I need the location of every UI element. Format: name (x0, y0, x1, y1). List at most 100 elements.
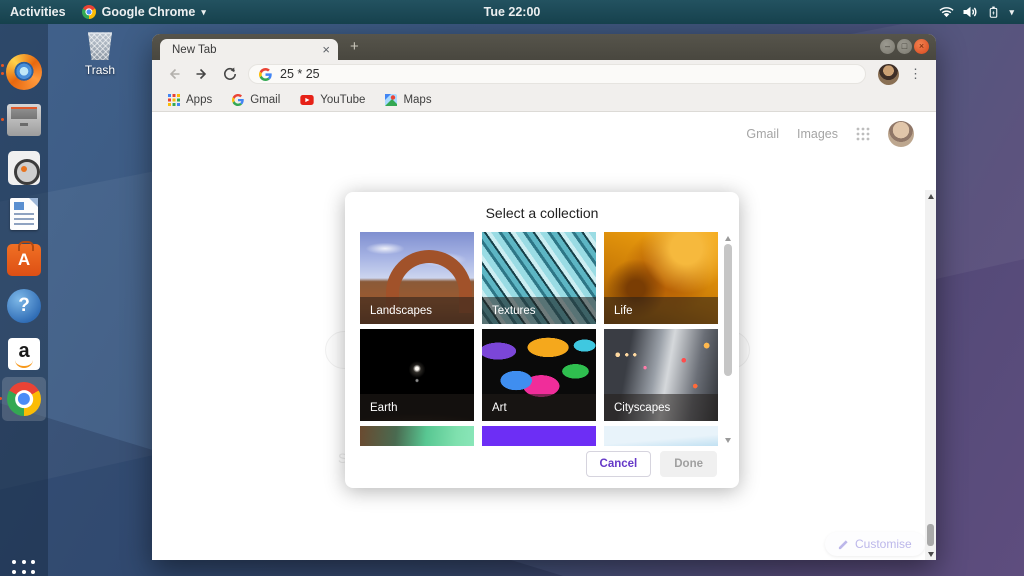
bookmark-maps[interactable]: Maps (385, 94, 431, 106)
dock-item-software[interactable]: A (6, 242, 42, 278)
ubuntu-dock: A ? a (0, 24, 48, 576)
dialog-scrollbar[interactable] (722, 232, 733, 446)
trash-shortcut[interactable]: Trash (76, 30, 124, 77)
reload-icon (223, 67, 237, 81)
bookmark-gmail[interactable]: Gmail (232, 94, 280, 106)
select-collection-dialog: Select a collection Landscapes Textures … (345, 192, 739, 488)
libreoffice-writer-icon (10, 198, 38, 230)
tile-label: Landscapes (360, 297, 474, 324)
tab-title: New Tab (172, 44, 217, 56)
back-button[interactable] (167, 67, 181, 81)
dock-item-firefox[interactable] (6, 54, 42, 90)
collection-tile[interactable] (482, 426, 596, 446)
dock-item-amazon[interactable]: a (6, 336, 42, 372)
scrollbar-thumb[interactable] (724, 244, 732, 376)
page-scrollbar[interactable] (925, 190, 936, 560)
images-link[interactable]: Images (797, 127, 838, 141)
collection-grid: Landscapes Textures Life Earth Art Citys… (360, 232, 718, 446)
collection-tile-life[interactable]: Life (604, 232, 718, 324)
bookmark-apps[interactable]: Apps (168, 94, 212, 106)
minimize-button[interactable]: – (880, 39, 895, 54)
show-applications-icon[interactable] (12, 560, 36, 576)
maps-icon (385, 94, 397, 106)
running-indicator (1, 64, 4, 67)
chevron-down-icon: ▾ (201, 8, 206, 17)
tile-label: Life (604, 297, 718, 324)
bookmark-label: Maps (403, 94, 431, 106)
running-indicator (1, 72, 4, 75)
back-icon (167, 67, 181, 81)
address-text: 25 * 25 (280, 67, 320, 81)
app-menu-label: Google Chrome (102, 5, 196, 19)
profile-avatar[interactable] (878, 64, 899, 85)
customise-label: Customise (855, 537, 912, 551)
youtube-icon (300, 95, 314, 105)
done-button[interactable]: Done (660, 451, 717, 477)
kebab-menu-icon[interactable]: ⋮ (903, 66, 928, 82)
chrome-icon (82, 5, 96, 19)
activities-button[interactable]: Activities (10, 5, 66, 19)
tile-label: Earth (360, 394, 474, 421)
music-player-icon (8, 151, 40, 185)
wifi-icon (939, 6, 954, 18)
dock-item-chrome[interactable] (2, 377, 46, 421)
google-g-icon (259, 68, 272, 81)
browser-toolbar: 25 * 25 ⋮ (152, 60, 936, 88)
bookmark-label: Apps (186, 94, 212, 106)
running-indicator (0, 397, 2, 400)
close-icon[interactable]: × (322, 43, 330, 56)
cancel-button[interactable]: Cancel (586, 451, 652, 477)
bookmark-label: Gmail (250, 94, 280, 106)
dock-item-files[interactable] (6, 102, 42, 138)
collection-tile-landscapes[interactable]: Landscapes (360, 232, 474, 324)
dock-item-help[interactable]: ? (6, 288, 42, 324)
pencil-icon (838, 539, 849, 550)
scroll-up-icon[interactable] (725, 236, 731, 241)
firefox-icon (6, 54, 42, 90)
collection-tile-textures[interactable]: Textures (482, 232, 596, 324)
reload-button[interactable] (223, 67, 237, 81)
collection-tile-cityscapes[interactable]: Cityscapes (604, 329, 718, 421)
files-icon (7, 104, 41, 136)
google-g-icon (232, 94, 244, 106)
new-tab-button[interactable]: + (350, 38, 359, 55)
tab-new-tab[interactable]: New Tab × (160, 39, 338, 60)
collection-tile-art[interactable]: Art (482, 329, 596, 421)
scroll-down-icon[interactable] (725, 438, 731, 443)
dialog-title: Select a collection (345, 205, 739, 221)
dock-item-music[interactable] (6, 150, 42, 186)
desktop: Activities Google Chrome ▾ Tue 22:00 ▾ (0, 0, 1024, 576)
apps-grid-icon (168, 94, 180, 106)
tile-label: Textures (482, 297, 596, 324)
scroll-up-icon[interactable] (928, 194, 934, 199)
ubuntu-top-bar: Activities Google Chrome ▾ Tue 22:00 ▾ (0, 0, 1024, 24)
collection-tile-earth[interactable]: Earth (360, 329, 474, 421)
maximize-button[interactable]: □ (897, 39, 912, 54)
collection-tile[interactable] (360, 426, 474, 446)
trash-label: Trash (76, 63, 124, 77)
volume-icon (963, 6, 978, 18)
forward-button[interactable] (195, 67, 209, 81)
profile-avatar[interactable] (888, 121, 914, 147)
chrome-icon (7, 382, 41, 416)
scrollbar-thumb[interactable] (927, 524, 934, 546)
trash-icon (85, 30, 115, 60)
address-bar[interactable]: 25 * 25 (248, 64, 866, 84)
battery-icon (987, 5, 1000, 19)
scroll-down-icon[interactable] (928, 552, 934, 557)
dock-item-writer[interactable] (6, 196, 42, 232)
google-apps-icon[interactable] (856, 127, 870, 141)
bookmark-youtube[interactable]: YouTube (300, 94, 365, 106)
help-icon: ? (7, 289, 41, 323)
ubuntu-software-icon: A (7, 244, 41, 276)
app-menu[interactable]: Google Chrome ▾ (82, 5, 206, 19)
gmail-link[interactable]: Gmail (746, 127, 779, 141)
forward-icon (195, 67, 209, 81)
close-button[interactable]: × (914, 39, 929, 54)
running-indicator (1, 118, 4, 121)
bookmark-label: YouTube (320, 94, 365, 106)
amazon-icon: a (8, 338, 40, 370)
collection-tile[interactable] (604, 426, 718, 446)
customise-button[interactable]: Customise (825, 532, 925, 556)
system-status-area[interactable]: ▾ (939, 5, 1024, 19)
